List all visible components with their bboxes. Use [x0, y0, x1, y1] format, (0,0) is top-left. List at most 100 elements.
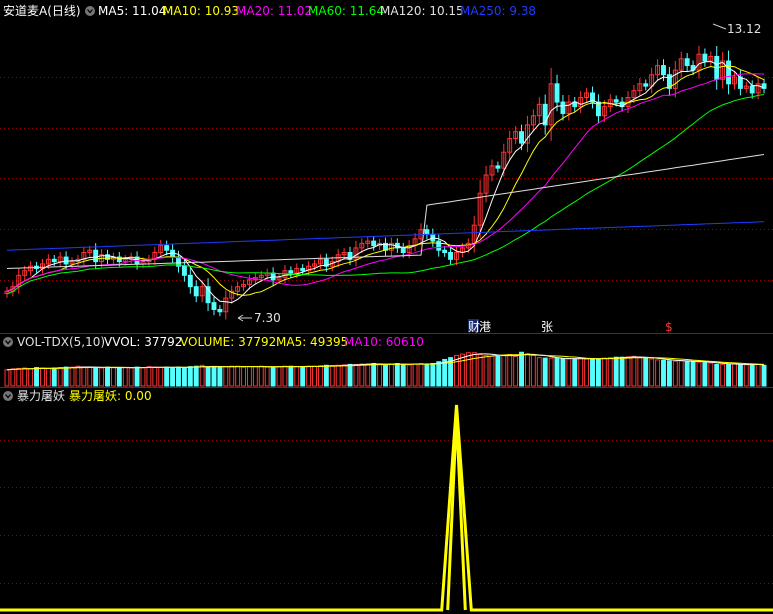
volume-bar	[412, 363, 418, 387]
volume-bar	[465, 352, 471, 387]
volume-bar	[16, 367, 22, 387]
volume-bar	[394, 363, 400, 387]
volume-bar	[637, 357, 643, 387]
volume-bar	[631, 355, 637, 387]
volume-bar	[258, 365, 264, 387]
candle-body	[211, 302, 217, 310]
candle-body	[93, 249, 99, 263]
volume-bar	[223, 366, 229, 387]
volume-bar	[436, 361, 442, 387]
volume-bar	[513, 355, 519, 387]
volume-bar	[39, 367, 45, 387]
ma60-label: MA60: 11.64	[308, 4, 384, 18]
volume-bar	[483, 354, 489, 387]
candle-body	[164, 245, 170, 251]
volume-bar	[406, 364, 412, 387]
volume-bar	[590, 358, 595, 387]
collapse-icon[interactable]	[3, 391, 13, 401]
volume-bar	[323, 364, 329, 387]
volume-bar	[761, 364, 767, 387]
volume-bar	[317, 365, 323, 387]
volume-bar	[294, 366, 300, 387]
candle-body	[448, 252, 454, 260]
volume-bar	[134, 366, 140, 387]
candle-body	[495, 165, 501, 169]
volume-bar	[329, 365, 335, 387]
candle-body	[63, 256, 69, 265]
volume-bar	[158, 367, 164, 387]
high-price-pointer	[712, 23, 727, 30]
candle-body	[613, 99, 619, 103]
ma10-label: MA10: 10.93	[163, 4, 239, 18]
volume-bar	[34, 367, 39, 387]
vol-ma5-label: MA5: 49395	[276, 335, 348, 349]
volume-bar	[702, 362, 708, 387]
volume-bar	[643, 357, 649, 387]
volume-bar	[270, 366, 276, 387]
candle-body	[51, 258, 57, 263]
volume-bar	[152, 366, 158, 387]
volume-bar	[288, 365, 294, 387]
vol-title: VOL-TDX(5,10)	[17, 335, 105, 349]
candle-body	[436, 240, 442, 251]
candle-body	[560, 101, 566, 114]
volume-bar	[116, 367, 122, 387]
volume-bar	[122, 367, 128, 387]
low-price-label: 7.30	[254, 311, 281, 325]
volume-bar	[87, 367, 93, 387]
volume-bar	[247, 366, 252, 387]
event-marker-zhang[interactable]: 张	[541, 320, 553, 334]
volume-bar	[63, 366, 69, 387]
ma5-label: MA5: 11.04	[98, 4, 166, 18]
candle-body	[300, 267, 306, 272]
volume-bar	[696, 361, 702, 387]
volume-bar	[649, 358, 655, 387]
volume-bar	[714, 363, 720, 387]
volume-bar	[560, 358, 566, 387]
grid-lines	[0, 77, 773, 584]
volume-bar	[619, 356, 625, 387]
volume-bar	[264, 366, 270, 387]
volume-bar	[672, 360, 678, 387]
candle-body	[702, 53, 708, 62]
volume-bar	[501, 354, 507, 387]
collapse-icon[interactable]	[85, 6, 95, 16]
volume-bar	[28, 368, 34, 387]
collapse-icon[interactable]	[3, 337, 13, 347]
ma5-line	[6, 60, 765, 304]
volume-bar	[341, 364, 347, 387]
candle-body	[749, 85, 755, 94]
volume-bar	[708, 362, 714, 387]
volume-bar	[93, 367, 99, 387]
vol-ma10-label: MA10: 60610	[344, 335, 424, 349]
indicator-series-inner	[446, 414, 467, 611]
volume-bar	[388, 363, 394, 387]
volume-bar	[471, 352, 477, 387]
candle-body	[270, 272, 276, 281]
event-marker-gang[interactable]: 港	[479, 320, 491, 334]
volume-bar	[105, 366, 110, 387]
volume-bar	[690, 361, 696, 387]
indicator-value-label: 暴力屠妖: 0.00	[69, 389, 152, 403]
volume-bar	[170, 367, 176, 387]
candle-body	[181, 265, 187, 276]
volume-bar	[371, 363, 377, 387]
stock-chart: 安道麦A(日线) MA5: 11.04 MA10: 10.93 MA20: 11…	[0, 3, 773, 612]
vvol-label: VVOL: 37792	[104, 335, 182, 349]
volume-bar	[430, 363, 436, 387]
event-marker-dollar[interactable]: $	[665, 320, 673, 334]
indicator-line	[0, 404, 773, 612]
volume-bar	[193, 365, 199, 387]
candle-body	[442, 249, 448, 253]
volume-bar	[252, 366, 258, 387]
volume-bar	[548, 357, 554, 387]
volume-bar	[566, 358, 572, 387]
volume-bar	[241, 366, 247, 387]
candle-body	[400, 247, 406, 254]
volume-bar	[22, 367, 28, 387]
volume-bar	[176, 366, 181, 387]
candle-body	[661, 65, 666, 76]
volume-bar	[276, 366, 282, 387]
volume-bar	[601, 357, 607, 387]
volume-bar	[164, 366, 170, 387]
